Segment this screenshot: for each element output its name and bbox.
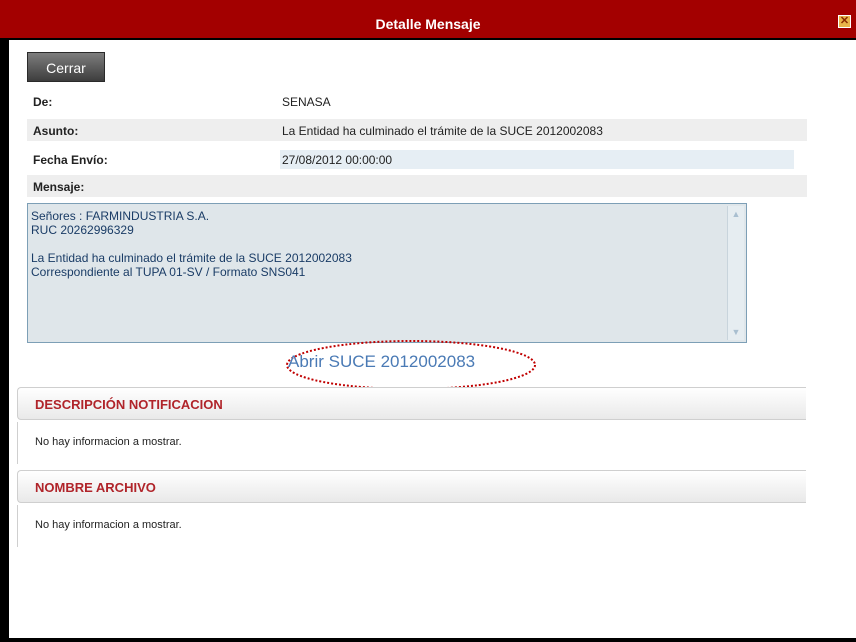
section-title: NOMBRE ARCHIVO bbox=[35, 480, 156, 495]
subject-label: Asunto: bbox=[33, 124, 79, 138]
section-title: DESCRIPCIÓN NOTIFICACION bbox=[35, 397, 223, 412]
empty-message: No hay informacion a mostrar. bbox=[35, 436, 182, 448]
subject-row: Asunto: La Entidad ha culminado el trámi… bbox=[27, 119, 807, 141]
message-scrollbar[interactable]: ▲ ▼ bbox=[727, 206, 744, 340]
section-body-archivo: No hay informacion a mostrar. bbox=[17, 505, 806, 547]
message-label: Mensaje: bbox=[33, 180, 85, 194]
from-label: De: bbox=[33, 95, 53, 109]
dialog-title: Detalle Mensaje bbox=[375, 16, 481, 32]
message-textarea[interactable]: Señores : FARMINDUSTRIA S.A. RUC 2026299… bbox=[27, 203, 747, 343]
empty-message: No hay informacion a mostrar. bbox=[35, 519, 182, 531]
from-row: De: SENASA bbox=[27, 90, 807, 112]
section-header-archivo[interactable]: NOMBRE ARCHIVO bbox=[17, 470, 806, 503]
date-row: Fecha Envío: 27/08/2012 00:00:00 bbox=[27, 148, 807, 170]
from-value: SENASA bbox=[282, 95, 331, 109]
title-bar: Detalle Mensaje ✕ bbox=[0, 0, 856, 40]
section-body-descripcion: No hay informacion a mostrar. bbox=[17, 422, 806, 464]
close-button[interactable]: Cerrar bbox=[27, 52, 105, 82]
message-label-row: Mensaje: bbox=[27, 175, 807, 197]
scroll-up-icon[interactable]: ▲ bbox=[730, 208, 742, 220]
date-value: 27/08/2012 00:00:00 bbox=[282, 153, 393, 167]
subject-value: La Entidad ha culminado el trámite de la… bbox=[282, 124, 603, 138]
section-header-descripcion[interactable]: DESCRIPCIÓN NOTIFICACION bbox=[17, 387, 806, 420]
scroll-down-icon[interactable]: ▼ bbox=[730, 326, 742, 338]
message-text: Señores : FARMINDUSTRIA S.A. RUC 2026299… bbox=[31, 209, 352, 279]
open-suce-link[interactable]: Abrir SUCE 2012002083 bbox=[288, 352, 475, 372]
date-label: Fecha Envío: bbox=[33, 153, 108, 167]
close-icon[interactable]: ✕ bbox=[838, 15, 851, 28]
